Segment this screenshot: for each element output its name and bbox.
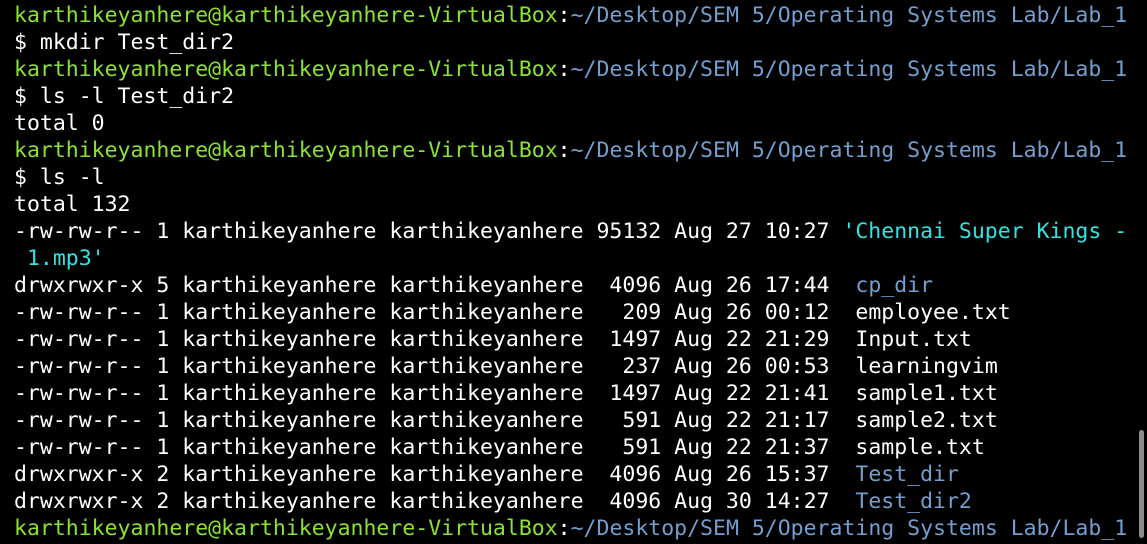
listing-row: -rw-rw-r-- 1 karthikeyanhere karthikeyan… — [14, 353, 1127, 380]
prompt-line: karthikeyanhere@karthikeyanhere-VirtualB… — [14, 137, 1127, 164]
directory-name: cp_dir — [855, 273, 934, 298]
listing-row: drwxrwxr-x 2 karthikeyanhere karthikeyan… — [14, 488, 1127, 515]
command-line: $ ls -l Test_dir2 — [14, 84, 235, 109]
scrollbar-thumb[interactable] — [1139, 430, 1144, 538]
prompt-path: ~/Desktop/SEM 5/Operating Systems Lab/La… — [570, 3, 1128, 28]
file-name: 'Chennai Super Kings - — [842, 219, 1128, 244]
listing-row: 1.mp3' — [14, 245, 1127, 272]
prompt-path: ~/Desktop/SEM 5/Operating Systems Lab/La… — [570, 138, 1128, 163]
listing-row: -rw-rw-r-- 1 karthikeyanhere karthikeyan… — [14, 434, 1127, 461]
listing-meta: -rw-rw-r-- 1 karthikeyanhere karthikeyan… — [14, 408, 856, 433]
prompt-separator: : — [557, 516, 571, 541]
prompt-separator: : — [557, 57, 571, 82]
listing-meta — [14, 246, 27, 271]
listing-row: drwxrwxr-x 2 karthikeyanhere karthikeyan… — [14, 461, 1127, 488]
file-name: employee.txt — [855, 300, 1011, 325]
listing-row: -rw-rw-r-- 1 karthikeyanhere karthikeyan… — [14, 380, 1127, 407]
listing-row: -rw-rw-r-- 1 karthikeyanhere karthikeyan… — [14, 218, 1127, 245]
file-name: sample2.txt — [855, 408, 998, 433]
listing-meta: drwxrwxr-x 2 karthikeyanhere karthikeyan… — [14, 462, 856, 487]
output-line: total 132 — [14, 192, 131, 217]
listing-row: -rw-rw-r-- 1 karthikeyanhere karthikeyan… — [14, 326, 1127, 353]
command-line: $ ls -l — [14, 165, 105, 190]
prompt-user-host: karthikeyanhere@karthikeyanhere-VirtualB… — [14, 3, 558, 28]
directory-name: Test_dir2 — [855, 489, 972, 514]
file-name: learningvim — [855, 354, 998, 379]
listing-meta: -rw-rw-r-- 1 karthikeyanhere karthikeyan… — [14, 300, 856, 325]
scrollbar[interactable] — [1131, 0, 1147, 544]
listing-row: -rw-rw-r-- 1 karthikeyanhere karthikeyan… — [14, 407, 1127, 434]
listing-meta: -rw-rw-r-- 1 karthikeyanhere karthikeyan… — [14, 435, 856, 460]
file-name: 1.mp3' — [26, 246, 105, 271]
prompt-path: ~/Desktop/SEM 5/Operating Systems Lab/La… — [570, 516, 1128, 541]
file-name: Input.txt — [855, 327, 972, 352]
listing-meta: drwxrwxr-x 5 karthikeyanhere karthikeyan… — [14, 273, 856, 298]
file-name: sample.txt — [855, 435, 985, 460]
listing-meta: drwxrwxr-x 2 karthikeyanhere karthikeyan… — [14, 489, 856, 514]
prompt-line: karthikeyanhere@karthikeyanhere-VirtualB… — [14, 2, 1127, 29]
listing-row: drwxrwxr-x 5 karthikeyanhere karthikeyan… — [14, 272, 1127, 299]
listing-row: -rw-rw-r-- 1 karthikeyanhere karthikeyan… — [14, 299, 1127, 326]
listing-meta: -rw-rw-r-- 1 karthikeyanhere karthikeyan… — [14, 219, 843, 244]
prompt-user-host: karthikeyanhere@karthikeyanhere-VirtualB… — [14, 138, 558, 163]
prompt-line: karthikeyanhere@karthikeyanhere-VirtualB… — [14, 56, 1127, 83]
prompt-separator: : — [557, 138, 571, 163]
terminal-window[interactable]: karthikeyanhere@karthikeyanhere-VirtualB… — [0, 0, 1147, 544]
listing-meta: -rw-rw-r-- 1 karthikeyanhere karthikeyan… — [14, 354, 856, 379]
prompt-line: karthikeyanhere@karthikeyanhere-VirtualB… — [14, 515, 1127, 542]
prompt-separator: : — [557, 3, 571, 28]
prompt-path: ~/Desktop/SEM 5/Operating Systems Lab/La… — [570, 57, 1128, 82]
terminal-output: karthikeyanhere@karthikeyanhere-VirtualB… — [14, 2, 1127, 542]
listing-meta: -rw-rw-r-- 1 karthikeyanhere karthikeyan… — [14, 381, 856, 406]
output-line: total 0 — [14, 111, 105, 136]
prompt-user-host: karthikeyanhere@karthikeyanhere-VirtualB… — [14, 516, 558, 541]
command-line: $ mkdir Test_dir2 — [14, 30, 235, 55]
file-name: sample1.txt — [855, 381, 998, 406]
listing-meta: -rw-rw-r-- 1 karthikeyanhere karthikeyan… — [14, 327, 856, 352]
prompt-user-host: karthikeyanhere@karthikeyanhere-VirtualB… — [14, 57, 558, 82]
directory-name: Test_dir — [855, 462, 959, 487]
